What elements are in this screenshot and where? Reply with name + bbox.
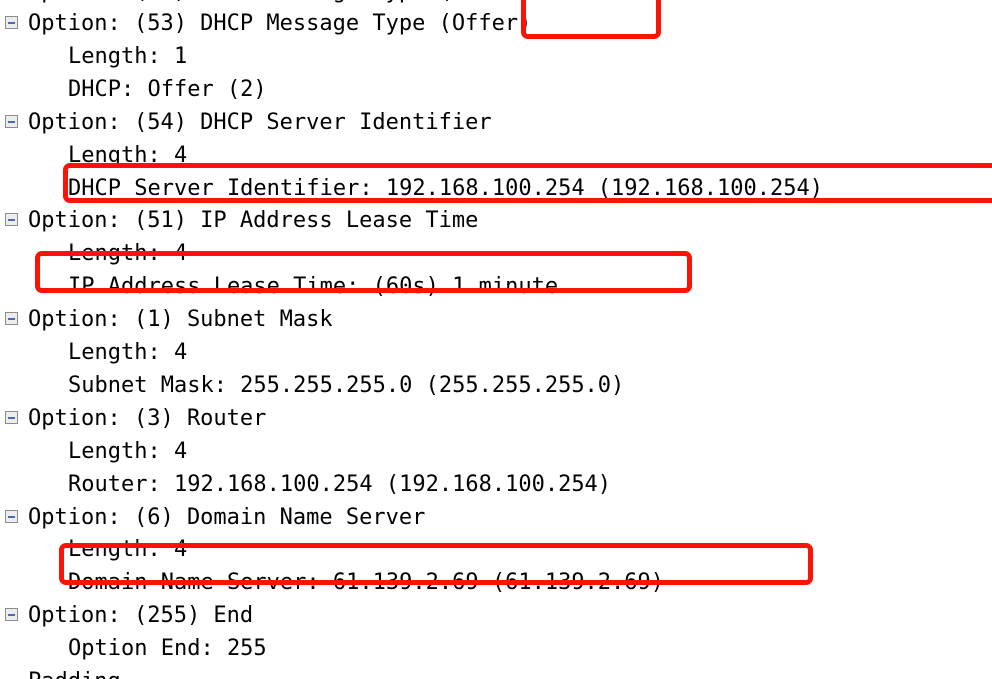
tree-row-label: Option: (53) DHCP Message Type (Offer) <box>28 11 532 36</box>
tree-row-opt6[interactable]: Option: (6) Domain Name Server <box>0 501 425 534</box>
tree-row-label: Option: (255) End <box>28 603 254 629</box>
tree-row-label: Length: 1 <box>68 43 188 69</box>
packet-detail-pane: Option: (53) DHCP Message Type (Offer) O… <box>0 0 992 679</box>
tree-row-label: Router: 192.168.100.254 (192.168.100.254… <box>68 471 612 497</box>
tree-row-opt51-val[interactable]: IP Address Lease Time: (60s) 1 minute <box>0 270 558 303</box>
tree-row-label: Option: (1) Subnet Mask <box>28 307 333 333</box>
tree-row-opt1-val[interactable]: Subnet Mask: 255.255.255.0 (255.255.255.… <box>0 369 624 402</box>
tree-row-label: Option: (3) Router <box>28 405 267 431</box>
tree-row-label: Length: 4 <box>68 537 188 563</box>
annot-offer <box>521 0 661 39</box>
tree-row-label: Padding <box>0 665 121 679</box>
tree-row-opt53-dhcp[interactable]: DHCP: Offer (2) <box>0 73 267 106</box>
tree-row-opt3-len[interactable]: Length: 4 <box>0 435 187 468</box>
expander-minus-icon[interactable] <box>5 509 18 523</box>
tree-row-opt53[interactable]: Option: (53) DHCP Message Type (Offer) <box>0 7 531 40</box>
expander-minus-icon[interactable] <box>5 114 18 128</box>
tree-row-opt54-len[interactable]: Length: 4 <box>0 139 187 172</box>
tree-row-label: Option End: 255 <box>68 636 267 662</box>
tree-row-opt3[interactable]: Option: (3) Router <box>0 402 266 435</box>
tree-row-label: Length: 4 <box>68 241 188 267</box>
expander-minus-icon[interactable] <box>5 213 18 227</box>
expander-minus-icon[interactable] <box>5 608 18 622</box>
tree-row-opt51[interactable]: Option: (51) IP Address Lease Time <box>0 204 478 237</box>
tree-row-label: DHCP Server Identifier: 192.168.100.254 … <box>68 175 823 201</box>
tree-row-opt3-val[interactable]: Router: 192.168.100.254 (192.168.100.254… <box>0 468 611 501</box>
tree-row-opt1-len[interactable]: Length: 4 <box>0 336 187 369</box>
tree-row-opt51-len[interactable]: Length: 4 <box>0 237 187 270</box>
tree-row-label: DHCP: Offer (2) <box>68 76 267 102</box>
tree-row-label: Length: 4 <box>68 142 188 168</box>
tree-row-opt54[interactable]: Option: (54) DHCP Server Identifier <box>0 106 492 139</box>
tree-row-label: Length: 4 <box>68 438 188 464</box>
tree-row-label: Option: (51) IP Address Lease Time <box>28 208 479 234</box>
tree-row-label: Subnet Mask: 255.255.255.0 (255.255.255.… <box>68 372 625 398</box>
tree-row-opt255[interactable]: Option: (255) End <box>0 599 253 632</box>
expander-minus-icon[interactable] <box>5 16 18 29</box>
expander-minus-icon[interactable] <box>5 312 18 326</box>
tree-row-label: Option: (54) DHCP Server Identifier <box>28 109 492 135</box>
tree-row-opt53-len[interactable]: Length: 1 <box>0 40 187 73</box>
tree-row-label: IP Address Lease Time: (60s) 1 minute <box>68 274 559 300</box>
tree-row-opt1[interactable]: Option: (1) Subnet Mask <box>0 303 333 336</box>
tree-row-opt255-val[interactable]: Option End: 255 <box>0 632 267 665</box>
tree-row-label: Length: 4 <box>68 340 188 365</box>
tree-row-label: Domain Name Server: 61.139.2.69 (61.139.… <box>68 570 665 596</box>
tree-row-opt6-len[interactable]: Length: 4 <box>0 533 187 566</box>
tree-row-label: Option: (6) Domain Name Server <box>28 504 426 530</box>
tree-row-padding[interactable]: Padding <box>0 665 121 679</box>
tree-row-opt54-val[interactable]: DHCP Server Identifier: 192.168.100.254 … <box>0 172 823 205</box>
tree-row-opt6-val[interactable]: Domain Name Server: 61.139.2.69 (61.139.… <box>0 566 664 599</box>
expander-minus-icon[interactable] <box>5 410 18 424</box>
